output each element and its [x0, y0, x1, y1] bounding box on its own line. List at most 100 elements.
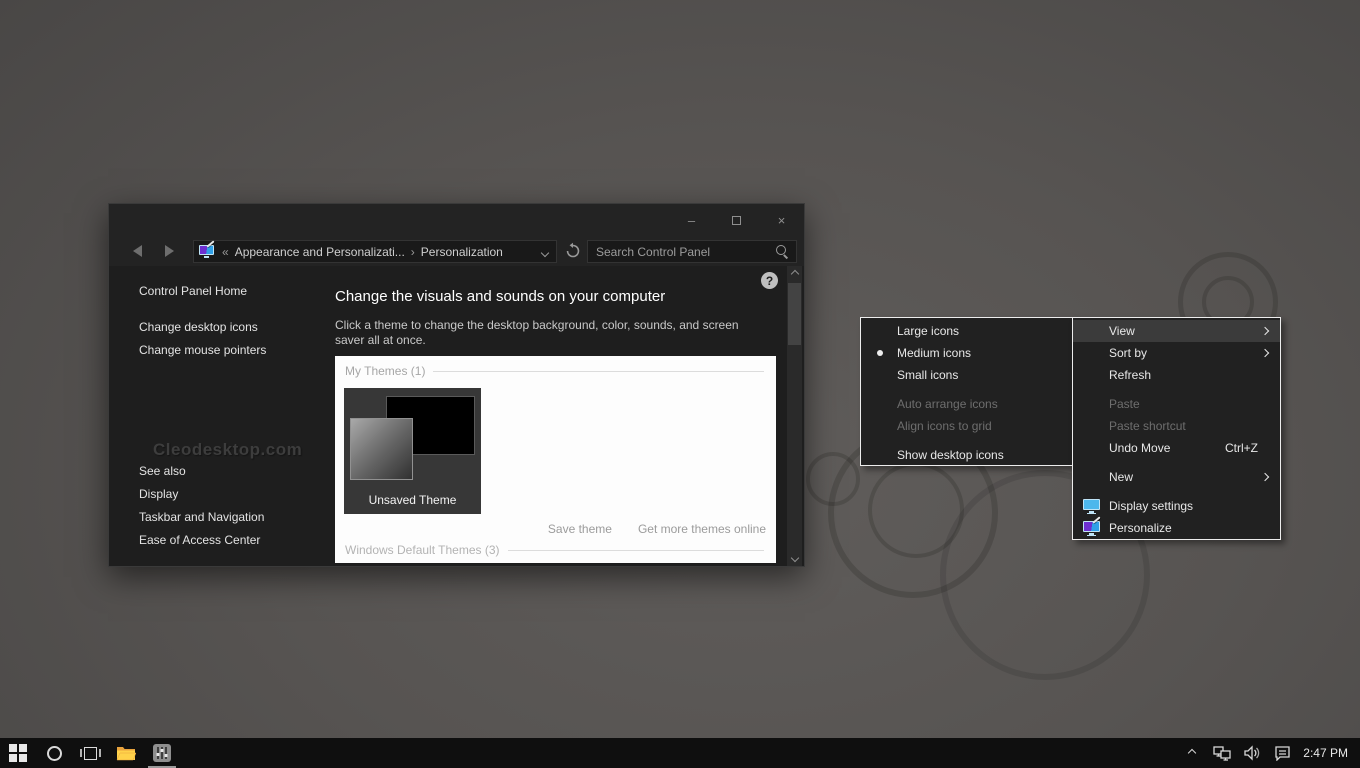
taskbar-clock[interactable]: 2:47 PM [1297, 746, 1360, 760]
chevron-up-icon [1188, 749, 1196, 757]
desktop-context-menu: View Sort by Refresh Paste Paste shortcu… [1072, 317, 1281, 540]
submenu-chevron-icon [1261, 349, 1269, 357]
menu-item-label: Paste [1109, 397, 1140, 411]
menu-item-label: Large icons [897, 324, 959, 338]
back-button[interactable] [133, 245, 142, 257]
my-themes-rule [433, 371, 764, 372]
windows-default-themes-header: Windows Default Themes (3) [345, 543, 768, 557]
menu-separator [1073, 459, 1280, 466]
get-more-themes-link[interactable]: Get more themes online [638, 522, 766, 536]
maximize-button[interactable] [714, 204, 759, 236]
menu-item-personalize[interactable]: Personalize [1073, 517, 1280, 539]
task-view-button[interactable] [72, 738, 108, 768]
scroll-up-button[interactable] [787, 266, 802, 282]
menu-item-paste[interactable]: Paste [1073, 393, 1280, 415]
refresh-button[interactable] [564, 242, 582, 260]
radio-dot-icon [877, 350, 883, 356]
scroll-down-button[interactable] [787, 550, 802, 566]
menu-item-label: Auto arrange icons [897, 397, 998, 411]
sidebar-item-change-mouse-pointers[interactable]: Change mouse pointers [139, 343, 266, 357]
minimize-button[interactable]: – [669, 204, 714, 236]
search-icon[interactable] [774, 244, 790, 260]
sidebar: Control Panel Home Change desktop icons … [109, 266, 335, 566]
themes-panel: My Themes (1) Unsaved Theme Save theme G… [335, 356, 776, 563]
action-center-button[interactable] [1267, 738, 1297, 768]
titlebar[interactable]: – × [109, 204, 804, 236]
my-themes-label: My Themes (1) [345, 364, 425, 378]
personalization-icon [199, 245, 216, 259]
sidebar-item-control-panel-home[interactable]: Control Panel Home [139, 284, 247, 298]
menu-item-refresh[interactable]: Refresh [1073, 364, 1280, 386]
show-hidden-icons-button[interactable] [1177, 738, 1207, 768]
menu-item-paste-shortcut[interactable]: Paste shortcut [1073, 415, 1280, 437]
menu-item-sort-by[interactable]: Sort by [1073, 342, 1280, 364]
breadcrumb[interactable]: « Appearance and Personalizati... › Pers… [193, 240, 557, 263]
sidebar-item-display[interactable]: Display [139, 487, 178, 501]
menu-item-display-settings[interactable]: Display settings [1073, 495, 1280, 517]
personalization-window: – × « Appearance and Personalizati... › [108, 203, 805, 567]
page-title: Change the visuals and sounds on your co… [335, 288, 665, 305]
menu-item-label: Undo Move [1109, 441, 1170, 455]
task-view-icon [84, 747, 97, 760]
menu-item-auto-arrange-icons[interactable]: Auto arrange icons [861, 393, 1072, 415]
file-explorer-icon [116, 745, 136, 761]
close-icon: × [778, 213, 786, 228]
breadcrumb-overflow-chevrons[interactable]: « [222, 245, 229, 259]
menu-item-shortcut: Ctrl+Z [1225, 441, 1270, 455]
cortana-button[interactable] [36, 738, 72, 768]
personalize-icon [1083, 521, 1100, 535]
menu-item-label: Personalize [1109, 521, 1172, 535]
breadcrumb-current[interactable]: Personalization [421, 245, 503, 259]
start-button[interactable] [0, 738, 36, 768]
menu-item-small-icons[interactable]: Small icons [861, 364, 1072, 386]
menu-item-new[interactable]: New [1073, 466, 1280, 488]
menu-item-medium-icons[interactable]: Medium icons [861, 342, 1072, 364]
windows-default-themes-rule [508, 550, 765, 551]
breadcrumb-parent[interactable]: Appearance and Personalizati... [235, 245, 405, 259]
breadcrumb-separator: › [411, 245, 415, 259]
menu-item-label: New [1109, 470, 1133, 484]
menu-separator [1073, 386, 1280, 393]
menu-item-label: Show desktop icons [897, 448, 1004, 462]
menu-item-label: View [1109, 324, 1135, 338]
forward-button[interactable] [165, 245, 174, 257]
file-explorer-button[interactable] [108, 738, 144, 768]
menu-item-view[interactable]: View [1073, 320, 1280, 342]
search-box[interactable] [587, 240, 797, 263]
display-settings-icon [1083, 499, 1100, 513]
close-button[interactable]: × [759, 204, 804, 236]
menu-separator [1073, 488, 1280, 495]
network-button[interactable] [1207, 738, 1237, 768]
menu-item-label: Small icons [897, 368, 958, 382]
watermark: Cleodesktop.com [153, 440, 302, 460]
scrollbar-thumb[interactable] [788, 283, 801, 345]
menu-item-label: Align icons to grid [897, 419, 992, 433]
menu-separator [861, 437, 1072, 444]
window-body: ? Control Panel Home Change desktop icon… [109, 266, 804, 566]
menu-item-undo-move[interactable]: Undo Move Ctrl+Z [1073, 437, 1280, 459]
see-also-header: See also [139, 464, 186, 478]
maximize-icon [732, 216, 741, 225]
breadcrumb-dropdown[interactable] [542, 245, 548, 259]
sidebar-item-ease-of-access-center[interactable]: Ease of Access Center [139, 533, 260, 547]
menu-item-align-icons-to-grid[interactable]: Align icons to grid [861, 415, 1072, 437]
save-theme-link[interactable]: Save theme [548, 522, 612, 536]
menu-separator [861, 386, 1072, 393]
sidebar-item-change-desktop-icons[interactable]: Change desktop icons [139, 320, 258, 334]
submenu-chevron-icon [1261, 327, 1269, 335]
control-panel-app-button[interactable] [144, 738, 180, 768]
windows-logo-icon [9, 744, 27, 762]
speaker-icon [1243, 745, 1261, 761]
view-submenu: Large icons Medium icons Small icons Aut… [860, 317, 1073, 466]
theme-tile-unsaved[interactable]: Unsaved Theme [344, 388, 481, 514]
scrollbar[interactable] [787, 266, 802, 566]
menu-item-show-desktop-icons[interactable]: Show desktop icons [861, 444, 1072, 466]
minimize-icon: – [688, 213, 695, 228]
page-description: Click a theme to change the desktop back… [335, 318, 771, 348]
volume-button[interactable] [1237, 738, 1267, 768]
network-icon [1213, 745, 1231, 761]
sidebar-item-taskbar-and-navigation[interactable]: Taskbar and Navigation [139, 510, 264, 524]
menu-item-large-icons[interactable]: Large icons [861, 320, 1072, 342]
search-input[interactable] [588, 245, 774, 259]
menu-item-label: Medium icons [897, 346, 971, 360]
